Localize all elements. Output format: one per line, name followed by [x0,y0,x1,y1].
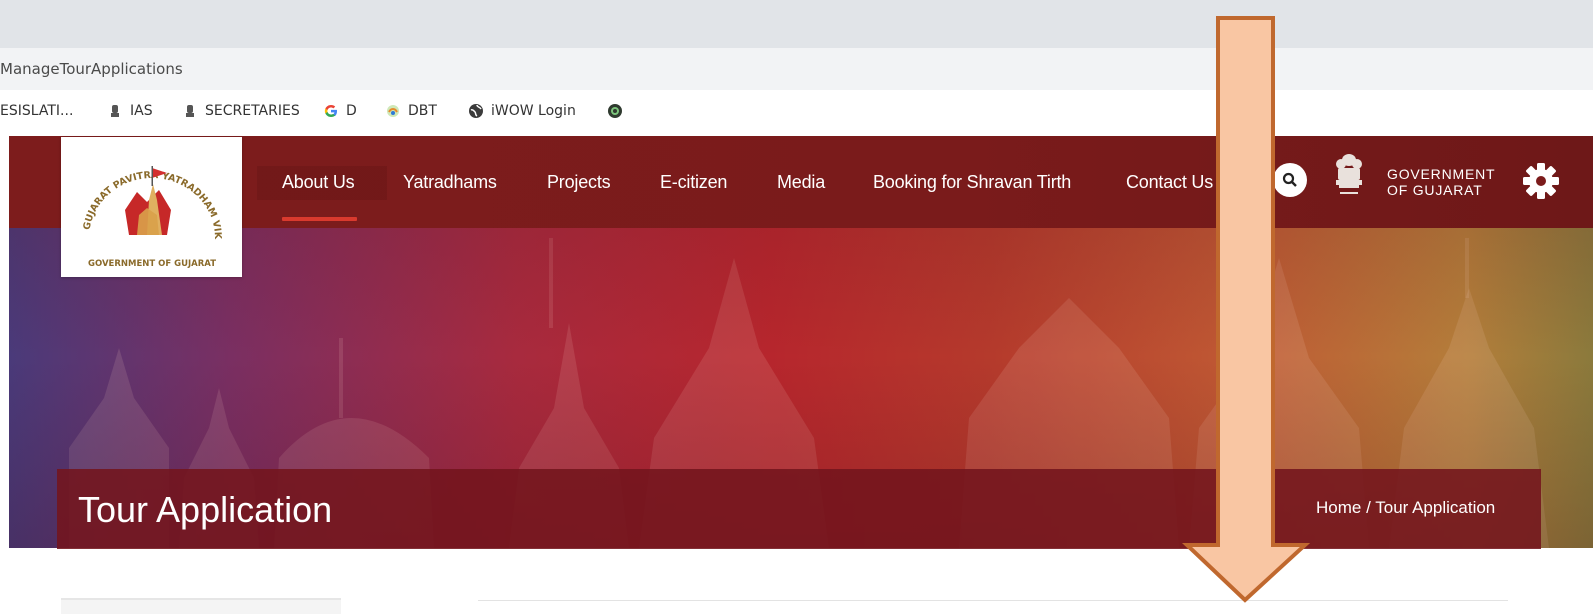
bookmark-ias[interactable]: IAS [107,103,153,119]
bookmark-legislation[interactable]: ESISLATI... [0,103,73,119]
search-button[interactable] [1273,163,1307,197]
svg-text:GOVERNMENT OF GUJARAT: GOVERNMENT OF GUJARAT [87,259,215,269]
bookmark-label: ESISLATI... [0,103,74,119]
bookmarks-bar: ESISLATI... IAS SECRETARIES D DBT iWOW L… [0,90,1593,136]
address-bar[interactable]: ManageTourApplications [0,48,1593,90]
breadcrumb-current: Tour Application [1375,498,1496,517]
breadcrumb-home-link[interactable]: Home [1316,498,1361,517]
nav-about-us[interactable]: About Us [282,172,355,193]
government-of-gujarat-label: GOVERNMENT OF GUJARAT [1387,166,1496,198]
bookmark-d[interactable]: D [323,103,357,119]
site-logo[interactable]: GUJARAT PAVITRA YATRADHAM VIKAS BOARD GO… [61,137,242,277]
yatradham-board-logo: GUJARAT PAVITRA YATRADHAM VIKAS BOARD GO… [67,140,223,269]
national-emblem-icon [1336,154,1362,194]
nav-e-citizen[interactable]: E-citizen [660,172,727,193]
bookmark-label: D [346,103,357,119]
nav-booking-shravan-tirth[interactable]: Booking for Shravan Tirth [873,172,1071,193]
bookmark-secretaries[interactable]: SECRETARIES [182,103,300,119]
globe-icon [469,104,483,118]
gear-icon[interactable] [1521,161,1561,201]
nav-media[interactable]: Media [777,172,825,193]
nav-projects[interactable]: Projects [547,172,611,193]
page-title: Tour Application [78,489,333,530]
emblem-icon [186,105,194,117]
bookmark-label: DBT [408,103,437,119]
google-icon [324,105,337,117]
bookmark-label: SECRETARIES [205,103,300,119]
search-icon [1282,172,1297,187]
emblem-icon [111,105,119,117]
breadcrumb: Home / Tour Application [1316,498,1495,518]
url-text[interactable]: ManageTourApplications [0,60,183,78]
dbt-icon [387,105,399,117]
bookmark-app[interactable] [607,103,623,119]
nav-yatradhams[interactable]: Yatradhams [403,172,497,193]
nav-active-underline [282,217,357,221]
bookmark-dbt[interactable]: DBT [385,103,437,119]
browser-tab-strip [0,0,1593,48]
app-icon [608,104,622,118]
bookmark-iwow[interactable]: iWOW Login [468,103,576,119]
bookmark-label: IAS [130,103,153,119]
nav-contact-us[interactable]: Contact Us [1126,172,1213,193]
breadcrumb-separator: / [1361,498,1376,517]
bookmark-label: iWOW Login [491,103,576,119]
content-divider [478,600,1508,601]
